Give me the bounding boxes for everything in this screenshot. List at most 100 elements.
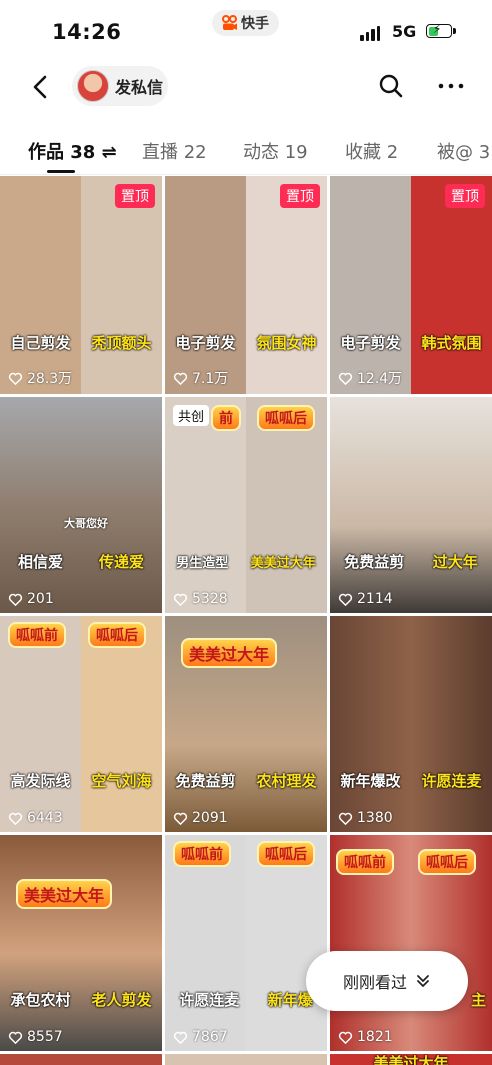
tab-favorites[interactable]: 收藏 2 bbox=[345, 138, 398, 164]
heart-icon bbox=[173, 593, 188, 606]
video-card[interactable]: 置顶 电子剪发 氛围女神 7.1万 bbox=[165, 176, 327, 394]
kuaishou-logo-icon bbox=[222, 15, 237, 30]
video-card[interactable]: 呱呱前 呱呱后 高发际线 空气刘海 6443 bbox=[0, 616, 162, 832]
video-thumbnail bbox=[165, 176, 327, 394]
recently-viewed-label: 刚刚看过 bbox=[342, 973, 407, 992]
video-card[interactable]: 美美过大年 免费益剪 农村理发 2091 bbox=[165, 616, 327, 832]
video-card[interactable]: 置顶 电子剪发 韩式氛围 12.4万 bbox=[330, 176, 492, 394]
heart-icon bbox=[8, 593, 23, 606]
video-thumbnail bbox=[330, 616, 492, 832]
after-tag: 呱呱后 bbox=[257, 405, 315, 431]
heart-icon bbox=[338, 1031, 353, 1044]
tab-mentions[interactable]: 被@ 3 bbox=[437, 138, 490, 164]
tab-live[interactable]: 直播 22 bbox=[142, 138, 207, 164]
like-count: 7867 bbox=[173, 1029, 228, 1045]
video-card[interactable]: 呱呱前 呱呱后 主 1821 bbox=[330, 835, 492, 1051]
network-type: 5G bbox=[392, 22, 417, 41]
video-caption: 男生造型 美美过大年 bbox=[176, 555, 316, 571]
heart-icon bbox=[338, 372, 353, 385]
video-caption: 承包农村 老人剪发 bbox=[10, 990, 152, 1009]
video-thumbnail bbox=[330, 176, 492, 394]
heart-icon bbox=[8, 1031, 23, 1044]
profile-tabs: 作品 38 ⇌ 直播 22 动态 19 收藏 2 被@ 3 bbox=[0, 128, 492, 175]
pinned-badge: 置顶 bbox=[445, 184, 485, 208]
video-caption: 新年爆改 许愿连麦 bbox=[340, 771, 482, 790]
video-caption: 自己剪发 秃顶额头 bbox=[10, 333, 152, 352]
like-count: 6443 bbox=[8, 810, 63, 826]
heart-icon bbox=[338, 812, 353, 825]
after-tag: 呱呱后 bbox=[418, 849, 476, 875]
like-count: 2091 bbox=[173, 810, 228, 826]
video-card-partial[interactable] bbox=[165, 1054, 327, 1065]
video-card[interactable]: 美美过大年 承包农村 老人剪发 8557 bbox=[0, 835, 162, 1051]
heart-icon bbox=[338, 593, 353, 606]
video-thumbnail bbox=[0, 616, 162, 832]
video-thumbnail bbox=[0, 397, 162, 613]
status-bar: 14:26 快手 5G ⚡ bbox=[0, 0, 492, 64]
send-message-label: 发私信 bbox=[115, 78, 164, 97]
recently-viewed-button[interactable]: 刚刚看过 bbox=[306, 951, 468, 1011]
before-tag: 呱呱前 bbox=[336, 849, 394, 875]
co-creation-badge: 共创 bbox=[173, 405, 210, 426]
after-tag: 呱呱后 bbox=[257, 841, 315, 867]
video-caption: 美美过大年 bbox=[373, 1054, 449, 1065]
active-tab-indicator bbox=[47, 170, 75, 173]
like-count: 1821 bbox=[338, 1029, 393, 1045]
heart-icon bbox=[173, 812, 188, 825]
before-tag: 呱呱前 bbox=[8, 622, 66, 648]
back-arrow-icon[interactable] bbox=[26, 72, 56, 102]
video-caption: 免费益剪 农村理发 bbox=[175, 771, 317, 790]
video-thumbnail bbox=[165, 835, 327, 1051]
after-tag: 呱呱后 bbox=[88, 622, 146, 648]
video-card[interactable]: 大哥您好 相信爱 传递爱 201 bbox=[0, 397, 162, 613]
tab-moments[interactable]: 动态 19 bbox=[243, 138, 308, 164]
top-navigation: 发私信 bbox=[0, 64, 492, 110]
holiday-tag: 美美过大年 bbox=[181, 638, 278, 668]
status-time: 14:26 bbox=[52, 20, 122, 44]
heart-icon bbox=[173, 372, 188, 385]
signal-icon bbox=[360, 25, 380, 41]
video-card[interactable]: 新年爆改 许愿连麦 1380 bbox=[330, 616, 492, 832]
send-message-button[interactable]: 发私信 bbox=[72, 66, 168, 106]
overlay-text: 大哥您好 bbox=[64, 517, 108, 530]
video-grid: 置顶 自己剪发 秃顶额头 28.3万 置顶 电子剪发 氛围女神 7.1万 置顶 电子… bbox=[0, 176, 492, 1065]
like-count: 7.1万 bbox=[173, 368, 228, 388]
video-card-partial[interactable]: 美美过大年 bbox=[330, 1054, 492, 1065]
video-caption: 电子剪发 韩式氛围 bbox=[340, 333, 482, 352]
like-count: 5328 bbox=[173, 591, 228, 607]
before-tag: 前 bbox=[211, 405, 241, 431]
like-count: 28.3万 bbox=[8, 368, 72, 388]
like-count: 2114 bbox=[338, 591, 393, 607]
video-card[interactable]: 免费益剪 过大年 2114 bbox=[330, 397, 492, 613]
video-thumbnail bbox=[330, 397, 492, 613]
pinned-badge: 置顶 bbox=[115, 184, 155, 208]
video-thumbnail bbox=[0, 176, 162, 394]
video-caption: 高发际线 空气刘海 bbox=[10, 771, 152, 790]
app-indicator: 快手 bbox=[212, 10, 279, 36]
like-count: 1380 bbox=[338, 810, 393, 826]
pinned-badge: 置顶 bbox=[280, 184, 320, 208]
video-caption: 许愿连麦 新年爆 bbox=[179, 990, 313, 1009]
video-caption: 免费益剪 过大年 bbox=[344, 552, 478, 571]
app-name: 快手 bbox=[241, 16, 269, 32]
more-options-icon[interactable] bbox=[436, 73, 466, 99]
search-icon[interactable] bbox=[378, 73, 404, 99]
heart-icon bbox=[8, 372, 23, 385]
video-card-partial[interactable] bbox=[0, 1054, 162, 1065]
holiday-tag: 美美过大年 bbox=[16, 879, 113, 909]
heart-icon bbox=[8, 812, 23, 825]
video-card[interactable]: 共创 前 呱呱后 男生造型 美美过大年 5328 bbox=[165, 397, 327, 613]
battery-cap bbox=[453, 28, 456, 34]
avatar bbox=[77, 70, 109, 102]
battery-icon: ⚡ bbox=[426, 22, 452, 38]
heart-icon bbox=[173, 1031, 188, 1044]
like-count: 12.4万 bbox=[338, 368, 402, 388]
like-count: 8557 bbox=[8, 1029, 63, 1045]
video-card[interactable]: 呱呱前 呱呱后 许愿连麦 新年爆 7867 bbox=[165, 835, 327, 1051]
video-thumbnail bbox=[0, 835, 162, 1051]
before-tag: 呱呱前 bbox=[173, 841, 231, 867]
tab-works[interactable]: 作品 38 ⇌ bbox=[28, 138, 117, 164]
double-chevron-down-icon bbox=[417, 975, 429, 987]
video-caption: 相信爱 传递爱 bbox=[17, 552, 144, 571]
video-card[interactable]: 置顶 自己剪发 秃顶额头 28.3万 bbox=[0, 176, 162, 394]
